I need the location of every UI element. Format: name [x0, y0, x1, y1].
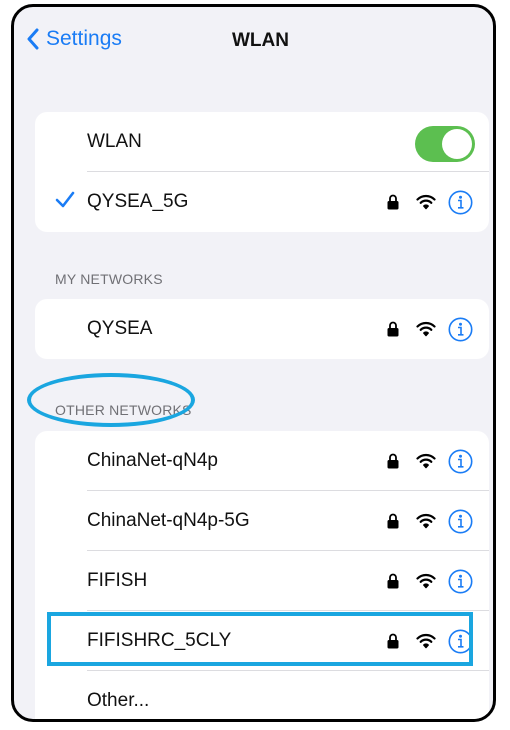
my-networks-group: QYSEA: [35, 299, 489, 359]
other-network-row[interactable]: Other...: [35, 671, 489, 719]
wlan-toggle-switch[interactable]: [415, 126, 475, 162]
wifi-icon: [416, 321, 436, 337]
checkmark-icon: [55, 191, 75, 208]
network-name: ChinaNet-qN4p-5G: [87, 510, 250, 531]
lock-icon: [387, 573, 399, 589]
lock-icon: [387, 321, 399, 337]
page-title: WLAN: [232, 30, 289, 51]
annotation-highlight-box: [47, 612, 473, 666]
lock-icon: [387, 194, 399, 210]
other-network-label: Other...: [87, 690, 150, 711]
annotation-oval: [27, 373, 195, 427]
wifi-icon: [416, 513, 436, 529]
info-icon[interactable]: [448, 449, 473, 474]
wifi-icon: [416, 194, 436, 210]
wlan-group: WLAN QYSEA_5G: [35, 112, 489, 232]
lock-icon: [387, 453, 399, 469]
wlan-toggle-row: WLAN: [35, 112, 489, 172]
wifi-icon: [416, 453, 436, 469]
toggle-knob: [442, 129, 472, 159]
info-icon[interactable]: [448, 317, 473, 342]
network-name: QYSEA_5G: [87, 191, 189, 212]
navigation-bar: Settings WLAN: [14, 7, 493, 77]
network-name: FIFISH: [87, 570, 148, 591]
connected-network-row[interactable]: QYSEA_5G: [35, 172, 489, 232]
list-item[interactable]: QYSEA: [35, 299, 489, 359]
wifi-icon: [416, 573, 436, 589]
info-icon[interactable]: [448, 190, 473, 215]
list-item[interactable]: ChinaNet-qN4p: [35, 431, 489, 491]
network-name: QYSEA: [87, 318, 153, 339]
other-networks-group: ChinaNet-qN4p ChinaNet-qN4p-5G FIFISH FI…: [35, 431, 489, 719]
section-header-my-networks: MY NETWORKS: [55, 271, 163, 287]
info-icon[interactable]: [448, 569, 473, 594]
network-name: ChinaNet-qN4p: [87, 450, 218, 471]
list-item[interactable]: FIFISH: [35, 551, 489, 611]
wlan-toggle-label: WLAN: [87, 131, 142, 152]
info-icon[interactable]: [448, 509, 473, 534]
list-item[interactable]: ChinaNet-qN4p-5G: [35, 491, 489, 551]
lock-icon: [387, 513, 399, 529]
